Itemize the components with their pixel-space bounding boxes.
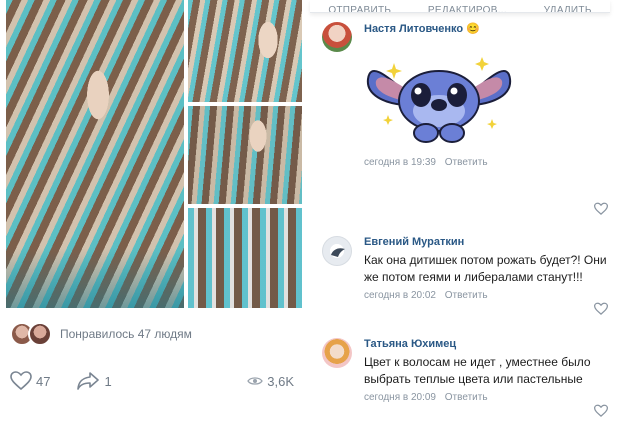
comment-author[interactable]: Евгений Мураткин: [364, 236, 612, 248]
comment-text: Цвет к волосам не идет , уместнее было в…: [364, 355, 591, 386]
reply-link[interactable]: Ответить: [445, 392, 488, 403]
avatar[interactable]: [322, 22, 352, 52]
avatar[interactable]: [322, 338, 352, 368]
menu-delete[interactable]: УДАЛИТЬ: [544, 5, 592, 12]
comment: Татьяна Юхимец Цвет к волосам не идет , …: [320, 338, 612, 418]
context-menu: ОТПРАВИТЬ РЕДАКТИРОВ... УДАЛИТЬ: [310, 0, 610, 13]
comment-time[interactable]: сегодня в 20:02: [364, 290, 436, 301]
comment-time[interactable]: сегодня в 20:09: [364, 392, 436, 403]
share-count: 1: [104, 373, 112, 389]
heart-icon: [10, 371, 32, 391]
comment-meta: сегодня в 20:09 Ответить: [364, 392, 612, 403]
likes-text: Понравилось 47 людям: [60, 327, 192, 341]
post-card: Понравилось 47 людям 47 1 3,6K: [0, 0, 308, 429]
comment-like-icon[interactable]: [594, 302, 608, 316]
comments-panel: ОТПРАВИТЬ РЕДАКТИРОВ... УДАЛИТЬ Настя Ли…: [310, 0, 620, 429]
comment: Евгений Мураткин Как она дитишек потом р…: [320, 236, 612, 316]
likes-summary[interactable]: Понравилось 47 людям: [10, 320, 192, 348]
like-button[interactable]: 47: [10, 371, 50, 391]
share-icon: [77, 372, 100, 390]
reply-link[interactable]: Ответить: [445, 157, 488, 168]
like-count: 47: [36, 373, 51, 389]
share-button[interactable]: 1: [76, 371, 112, 391]
comment: Настя Литовченко 😊 сегодня в 19:39 Ответ…: [320, 22, 612, 215]
stitch-sticker: [364, 43, 514, 153]
post-photo-top-right[interactable]: [188, 0, 302, 102]
comment-time[interactable]: сегодня в 19:39: [364, 157, 436, 168]
views-counter: 3,6K: [247, 374, 294, 389]
comment-text: Как она дитишек потом рожать будет?! Они…: [364, 253, 607, 284]
comment-author[interactable]: Татьяна Юхимец: [364, 338, 612, 350]
post-actions: 47 1 3,6K: [10, 370, 294, 392]
post-photo-bottom-right[interactable]: [188, 208, 302, 308]
post-photo-main[interactable]: [6, 0, 184, 308]
comment-author[interactable]: Настя Литовченко 😊: [364, 22, 612, 35]
views-count: 3,6K: [267, 373, 294, 389]
comment-like-icon[interactable]: [594, 202, 608, 216]
avatar[interactable]: [322, 236, 352, 266]
comment-like-icon[interactable]: [594, 404, 608, 418]
post-photo-middle-right[interactable]: [188, 106, 302, 204]
liker-avatar: [28, 322, 52, 346]
eye-icon: [247, 377, 264, 385]
menu-edit[interactable]: РЕДАКТИРОВ...: [428, 5, 507, 12]
menu-send[interactable]: ОТПРАВИТЬ: [328, 5, 391, 12]
comment-meta: сегодня в 20:02 Ответить: [364, 290, 612, 301]
comment-meta: сегодня в 19:39 Ответить: [364, 157, 612, 168]
reply-link[interactable]: Ответить: [445, 290, 488, 301]
